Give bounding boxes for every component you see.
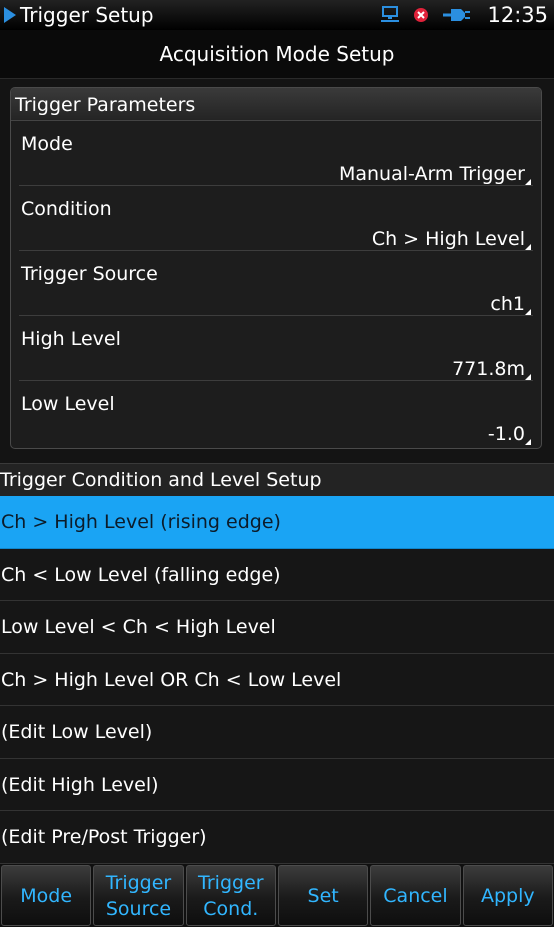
apply-button[interactable]: Apply	[462, 865, 553, 926]
softkey-bar: Mode Trigger Source Trigger Cond. Set Ca…	[0, 864, 554, 927]
softkey-label: Mode	[20, 884, 73, 907]
trigger-cond-button[interactable]: Trigger Cond.	[185, 865, 276, 926]
mode-button[interactable]: Mode	[1, 865, 92, 926]
dropdown-corner-icon	[525, 439, 531, 445]
condition-setup-title: Trigger Condition and Level Setup	[0, 463, 554, 496]
trigger-parameters-panel: Trigger Parameters Mode Manual-Arm Trigg…	[10, 87, 542, 449]
dropdown-corner-icon	[525, 244, 531, 250]
clock: 12:35	[487, 3, 548, 27]
condition-list: Ch > High Level (rising edge) Ch < Low L…	[0, 496, 554, 864]
page-title: Acquisition Mode Setup	[159, 42, 395, 66]
set-button[interactable]: Set	[277, 865, 369, 926]
trigger-parameters-title: Trigger Parameters	[11, 88, 541, 121]
network-icon	[381, 6, 400, 22]
param-row-condition[interactable]: Condition Ch > High Level	[19, 186, 533, 251]
list-item-falling-edge[interactable]: Ch < Low Level (falling edge)	[0, 549, 554, 601]
param-value: Ch > High Level	[371, 228, 525, 250]
param-row-high-level[interactable]: High Level 771.8m	[19, 316, 533, 381]
softkey-label-line2: Cond.	[203, 897, 259, 920]
list-item-edit-low-level[interactable]: (Edit Low Level)	[0, 706, 554, 759]
list-item-edit-high-level[interactable]: (Edit High Level)	[0, 759, 554, 811]
list-item-rising-edge[interactable]: Ch > High Level (rising edge)	[0, 496, 554, 549]
softkey-label: Set	[307, 884, 339, 907]
page-header: Acquisition Mode Setup	[0, 30, 554, 79]
list-item-outside-window[interactable]: Ch > High Level OR Ch < Low Level	[0, 654, 554, 706]
trigger-source-button[interactable]: Trigger Source	[93, 865, 184, 926]
param-row-mode[interactable]: Mode Manual-Arm Trigger	[19, 121, 533, 186]
app-title: Trigger Setup	[20, 3, 154, 27]
list-item-window[interactable]: Low Level < Ch < High Level	[0, 601, 554, 654]
status-bar: Trigger Setup 12:35	[0, 0, 554, 30]
list-item-edit-pre-post-trigger[interactable]: (Edit Pre/Post Trigger)	[0, 811, 554, 864]
softkey-label-line1: Trigger	[105, 871, 172, 894]
dropdown-corner-icon	[525, 309, 531, 315]
param-row-trigger-source[interactable]: Trigger Source ch1	[19, 251, 533, 316]
param-label: High Level	[21, 328, 121, 350]
power-plug-icon	[443, 9, 471, 21]
dropdown-corner-icon	[525, 374, 531, 380]
param-row-low-level[interactable]: Low Level -1.0	[19, 381, 533, 446]
param-label: Condition	[21, 198, 112, 220]
cancel-button[interactable]: Cancel	[370, 865, 461, 926]
alert-icon	[414, 8, 429, 22]
param-label: Mode	[21, 133, 73, 155]
app-arrow-icon	[4, 7, 16, 23]
softkey-label: Cancel	[383, 884, 448, 907]
softkey-label: Apply	[480, 884, 535, 907]
device-screen: Trigger Setup 12:35 Acquisition Mode Set…	[0, 0, 554, 927]
param-value: ch1	[490, 293, 525, 315]
param-label: Low Level	[21, 393, 115, 415]
param-value: Manual-Arm Trigger	[338, 163, 525, 185]
param-value: 771.8m	[452, 358, 525, 380]
status-icons: 12:35	[379, 0, 548, 30]
softkey-label-line2: Source	[105, 897, 172, 920]
softkey-label-line1: Trigger	[198, 871, 264, 894]
dropdown-corner-icon	[525, 179, 531, 185]
param-label: Trigger Source	[21, 263, 158, 285]
param-value: -1.0	[487, 423, 525, 445]
